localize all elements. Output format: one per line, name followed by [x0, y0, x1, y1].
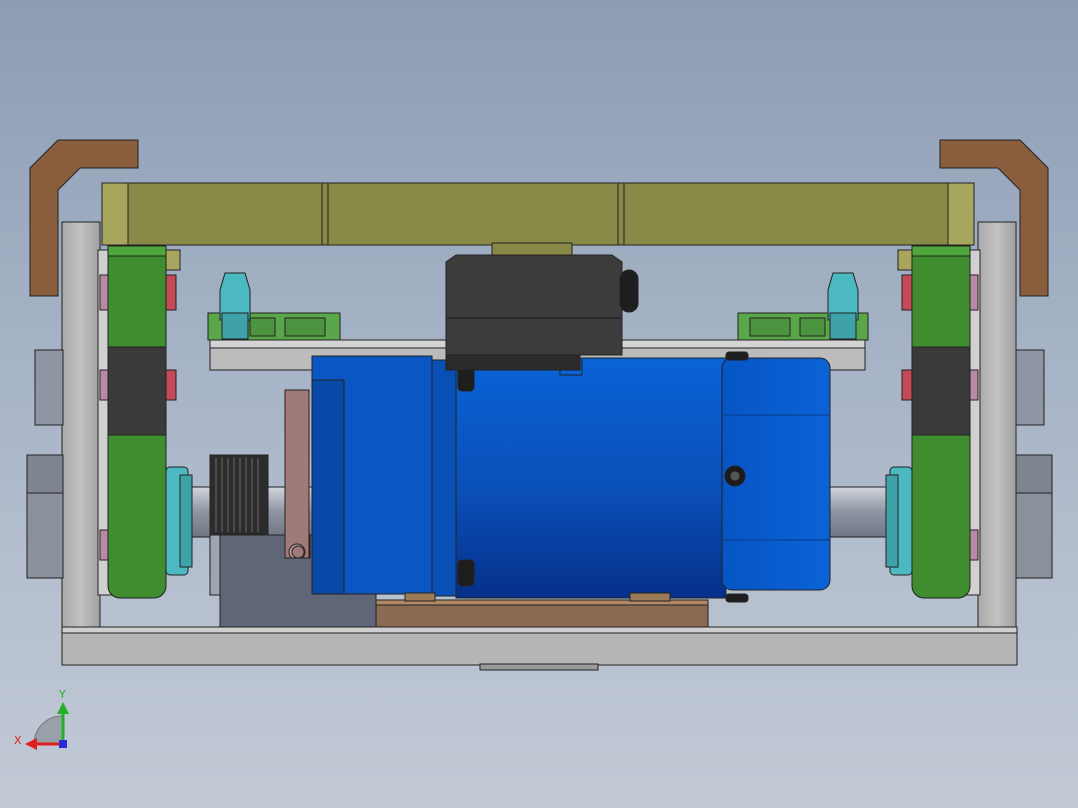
lever-arm[interactable]	[284, 389, 310, 559]
right-wheel-side-pin	[901, 369, 913, 401]
z-axis-icon	[59, 740, 67, 748]
drive-box[interactable]	[445, 242, 639, 371]
sensor-hole	[291, 545, 305, 559]
right-mount-slot	[749, 317, 791, 337]
left-wheel-hub	[107, 346, 167, 436]
coordinate-triad: X Y	[14, 688, 69, 750]
top-beam[interactable]	[101, 182, 975, 246]
spacer	[629, 592, 671, 602]
cad-viewport[interactable]: X Y	[0, 0, 1078, 808]
left-cone-base	[221, 312, 249, 340]
motor-icon[interactable]	[455, 351, 831, 603]
model-canvas[interactable]: X Y	[0, 0, 1078, 808]
motor-bolt	[457, 559, 475, 587]
motor-bolt	[725, 593, 749, 603]
motor-flange-inner	[431, 359, 459, 597]
top-beam-right-face	[947, 182, 975, 246]
x-axis-label: X	[14, 734, 22, 747]
left-wheel-side-pin	[165, 274, 177, 311]
left-side-frame[interactable]	[61, 221, 101, 628]
top-beam-left-face	[101, 182, 129, 246]
base-tab	[479, 663, 599, 671]
spacer	[404, 592, 436, 602]
motor-bolt	[725, 351, 749, 361]
left-wheel-pin	[99, 274, 109, 311]
right-cone-base	[829, 312, 857, 340]
right-wheel-pin	[969, 529, 979, 561]
left-mount-slot	[284, 317, 326, 337]
right-wheel-pin	[969, 369, 979, 401]
left-bearing-inner	[179, 474, 193, 568]
x-axis-arrow-icon	[25, 738, 37, 750]
left-wheel-pin	[99, 529, 109, 561]
right-bearing-inner	[885, 474, 899, 568]
triad-arc	[33, 715, 63, 745]
left-wheel-pin	[99, 369, 109, 401]
motor-flange-step	[311, 379, 345, 595]
right-wheel-top-bracket	[897, 249, 913, 271]
right-bracket-upper	[1015, 349, 1045, 426]
left-bracket-lower-inner	[26, 454, 64, 494]
left-wheel-side-pin	[165, 369, 177, 401]
left-mount-slot	[249, 317, 276, 337]
right-side-frame[interactable]	[977, 221, 1017, 628]
right-bracket-lower-inner	[1015, 454, 1053, 494]
right-wheel-hub	[911, 346, 971, 436]
right-wheel-side-pin	[901, 274, 913, 311]
base-plate-edge	[61, 626, 1018, 634]
right-wheel-pin	[969, 274, 979, 311]
left-bracket-upper	[34, 349, 64, 426]
left-wheel-top-bracket	[165, 249, 181, 271]
robot-assembly-icon[interactable]	[26, 139, 1053, 671]
y-axis-label: Y	[58, 688, 66, 701]
right-wheel-tread	[911, 245, 971, 257]
right-mount-slot	[799, 317, 826, 337]
y-axis-arrow-icon	[57, 702, 69, 714]
left-wheel-tread	[107, 245, 167, 257]
